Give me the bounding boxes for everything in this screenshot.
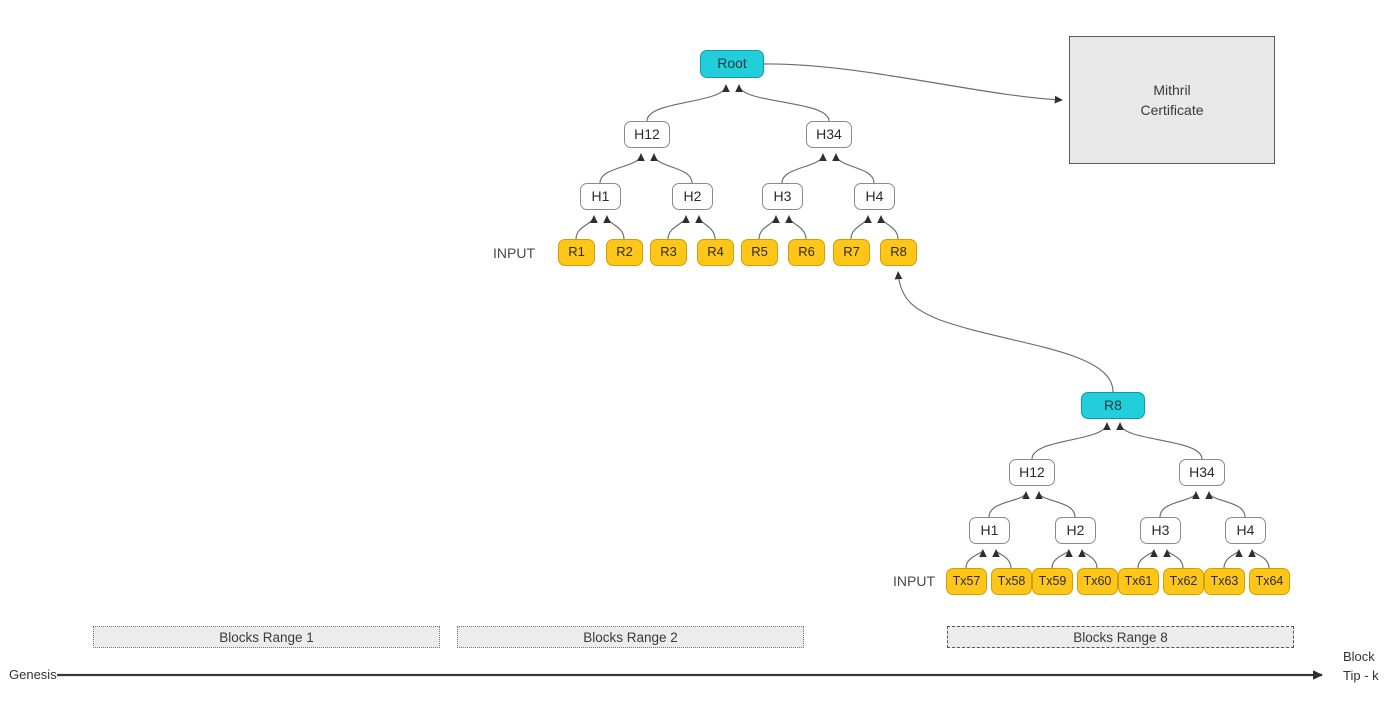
- leaf-node-r5[interactable]: R5: [741, 239, 778, 266]
- hash-node-h2-bottom[interactable]: H2: [1055, 517, 1096, 544]
- leaf-node-r2[interactable]: R2: [606, 239, 643, 266]
- leaf-node-r3[interactable]: R3: [650, 239, 687, 266]
- leaf-node-tx64[interactable]: Tx64: [1249, 568, 1290, 595]
- blocks-range-bar-2[interactable]: Blocks Range 2: [457, 626, 804, 648]
- hash-node-h2-top[interactable]: H2: [672, 183, 713, 210]
- input-label-top: INPUT: [493, 245, 535, 261]
- timeline-genesis-label: Genesis: [9, 667, 57, 682]
- hash-node-h3-bottom[interactable]: H3: [1140, 517, 1181, 544]
- timeline-tip-label-line-2: Tip - k: [1343, 667, 1379, 683]
- hash-node-h3-top[interactable]: H3: [762, 183, 803, 210]
- leaf-node-tx63[interactable]: Tx63: [1204, 568, 1245, 595]
- leaf-node-r1[interactable]: R1: [558, 239, 595, 266]
- hash-node-h1-bottom[interactable]: H1: [969, 517, 1010, 544]
- hash-node-h4-top[interactable]: H4: [854, 183, 895, 210]
- hash-node-h12-top[interactable]: H12: [624, 121, 670, 148]
- mithril-certificate-box[interactable]: Mithril Certificate: [1069, 36, 1275, 164]
- leaf-node-tx61[interactable]: Tx61: [1118, 568, 1159, 595]
- leaf-node-tx59[interactable]: Tx59: [1032, 568, 1073, 595]
- merkle-root-node[interactable]: Root: [700, 50, 764, 78]
- blocks-range-bar-1[interactable]: Blocks Range 1: [93, 626, 440, 648]
- leaf-node-r7[interactable]: R7: [833, 239, 870, 266]
- leaf-node-tx62[interactable]: Tx62: [1163, 568, 1204, 595]
- leaf-node-r4[interactable]: R4: [697, 239, 734, 266]
- certificate-line-2: Certificate: [1140, 102, 1204, 118]
- hash-node-h34-top[interactable]: H34: [806, 121, 852, 148]
- hash-node-h34-bottom[interactable]: H34: [1179, 459, 1225, 486]
- hash-node-h4-bottom[interactable]: H4: [1225, 517, 1266, 544]
- leaf-node-tx57[interactable]: Tx57: [946, 568, 987, 595]
- timeline-tip-label: Block Tip - k: [1343, 648, 1379, 686]
- certificate-line-1: Mithril: [1153, 81, 1191, 98]
- hash-node-h1-top[interactable]: H1: [580, 183, 621, 210]
- diagram-canvas: INPUT Root H12 H34 H1 H2 H3 H4 R1 R2 R3 …: [0, 0, 1395, 716]
- blocks-range-bar-8[interactable]: Blocks Range 8: [947, 626, 1294, 648]
- hash-node-h12-bottom[interactable]: H12: [1009, 459, 1055, 486]
- input-label-bottom: INPUT: [893, 573, 935, 589]
- leaf-node-tx60[interactable]: Tx60: [1077, 568, 1118, 595]
- leaf-node-r8[interactable]: R8: [880, 239, 917, 266]
- leaf-node-tx58[interactable]: Tx58: [991, 568, 1032, 595]
- block-range-root-node-r8[interactable]: R8: [1081, 392, 1145, 419]
- leaf-node-r6[interactable]: R6: [788, 239, 825, 266]
- timeline-tip-label-line-1: Block: [1343, 649, 1375, 664]
